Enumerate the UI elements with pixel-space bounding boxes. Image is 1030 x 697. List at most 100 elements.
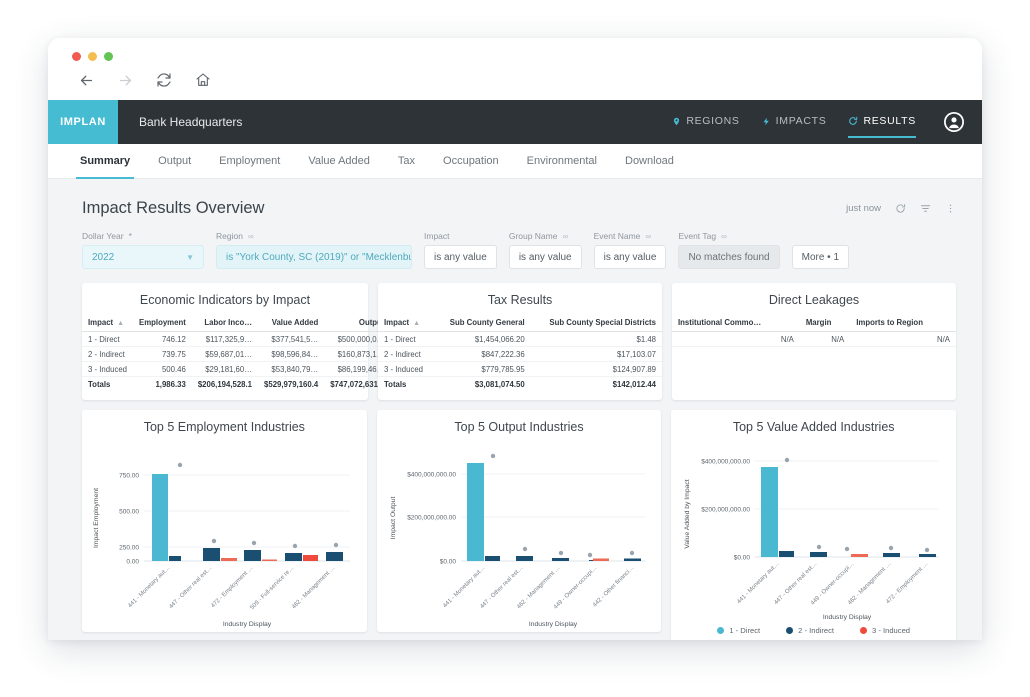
col-labor-income[interactable]: Labor Inco…: [191, 315, 259, 332]
filter-event-tag: Event Tag ∞ No matches found: [678, 231, 780, 269]
col-sub-county-general[interactable]: Sub County General: [434, 315, 531, 332]
tab-environmental[interactable]: Environmental: [513, 144, 611, 179]
refresh-icon[interactable]: [895, 203, 906, 214]
x-tick-4: 442 - Other financi…: [592, 565, 635, 608]
infinity-icon: ∞: [562, 231, 568, 241]
impact-filter-value[interactable]: is any value: [424, 245, 497, 269]
tab-value-added[interactable]: Value Added: [294, 144, 384, 179]
tab-label: Environmental: [526, 155, 597, 167]
legend-item-indirect[interactable]: 2 - Indirect: [786, 626, 834, 635]
col-imports-to-region[interactable]: Imports to Region: [850, 315, 956, 332]
close-window-button[interactable]: [72, 52, 81, 61]
region-filter-value[interactable]: is "York County, SC (2019)" or "Mecklenb…: [216, 245, 412, 269]
app-header: IMPLAN Bank Headquarters REGIONS IMPACTS: [48, 100, 982, 144]
infinity-icon: ∞: [645, 231, 651, 241]
tab-summary[interactable]: Summary: [66, 144, 144, 179]
tab-output[interactable]: Output: [144, 144, 205, 179]
cell-employment: 500.46: [133, 361, 192, 377]
filter-region: Region ∞ is "York County, SC (2019)" or …: [216, 231, 412, 269]
home-icon[interactable]: [193, 70, 213, 90]
table-row: N/A N/A N/A: [672, 331, 956, 347]
col-value-added[interactable]: Value Added: [258, 315, 325, 332]
more-filters-button[interactable]: More • 1: [791, 245, 850, 269]
filter-label: Group Name ∞: [509, 231, 582, 241]
col-impact[interactable]: Impact ▲: [378, 315, 435, 332]
header-nav-results[interactable]: RESULTS: [848, 115, 916, 138]
chart-card-output: Top 5 Output Industries $400,000,000.00 …: [376, 410, 662, 632]
table-header-row: Institutional Commo… Margin Imports to R…: [672, 315, 956, 332]
col-employment[interactable]: Employment: [133, 315, 192, 332]
main-content: Impact Results Overview just now Dollar …: [48, 179, 982, 640]
legend-dot-indirect: [786, 627, 794, 634]
table-totals-row: Totals $3,081,074.50 $142,012.44: [378, 377, 662, 392]
event-name-filter-value[interactable]: is any value: [593, 245, 667, 269]
legend-item-induced[interactable]: 3 - Induced: [860, 626, 910, 635]
table-row: 3 - Induced 500.46 $29,181,60… $53,840,7…: [82, 361, 391, 377]
output-bar-chart[interactable]: $400,000,000.00 $200,000,000.00 $0.00 Im…: [377, 436, 662, 632]
x-tick-0: 441 - Monetary aut…: [442, 565, 486, 609]
reload-icon[interactable]: [154, 70, 174, 90]
cell-labor-income: $59,687,01…: [191, 346, 259, 362]
filter-label-text: Region: [216, 231, 243, 241]
card-tax-results: Tax Results Impact ▲ Sub County General S…: [378, 283, 662, 400]
cell-totals-value-added: $529,979,160.4: [264, 379, 319, 389]
legend-item-direct[interactable]: 1 - Direct: [717, 626, 760, 635]
col-sub-county-special-districts[interactable]: Sub County Special Districts: [530, 315, 662, 332]
legend-dot-direct: [717, 627, 725, 634]
cell-value-added: $98,596,84…: [258, 346, 325, 362]
table-header-row: Impact ▲ Sub County General Sub County Sp…: [378, 315, 662, 332]
header-nav-label: RESULTS: [863, 115, 916, 127]
header-nav-regions[interactable]: REGIONS: [672, 115, 739, 129]
employment-bar-chart[interactable]: 750.00 500.00 250.00 0.00 Impact Employmen…: [82, 436, 367, 632]
page-actions: just now: [846, 195, 968, 214]
cell-sub-county-special: $1.48: [530, 331, 662, 347]
bars: [466, 453, 641, 561]
dollar-year-select[interactable]: 2022 ▼: [82, 245, 204, 269]
cell-imports-to-region: N/A: [850, 331, 956, 347]
value-added-bar-chart[interactable]: $400,000,000.00 $200,000,000.00 $0.00 Va…: [671, 436, 956, 624]
svg-text:$400,000,000.00: $400,000,000.00: [702, 459, 751, 466]
filter-label: [792, 231, 849, 241]
col-impact[interactable]: Impact ▲: [82, 315, 134, 332]
tab-label: Value Added: [308, 155, 370, 167]
col-institutional-commodity[interactable]: Institutional Commo…: [672, 315, 800, 332]
filter-icon[interactable]: [920, 203, 931, 214]
maximize-window-button[interactable]: [104, 52, 113, 61]
bars: [761, 457, 937, 557]
tab-employment[interactable]: Employment: [205, 144, 294, 179]
more-vertical-icon[interactable]: [945, 203, 956, 214]
tab-tax[interactable]: Tax: [384, 144, 429, 179]
gridlines: [460, 473, 645, 562]
sort-asc-icon: ▲: [117, 320, 125, 327]
cell-sub-county-general: $847,222.36: [434, 346, 531, 362]
legend-label: 3 - Induced: [872, 626, 911, 635]
account-avatar-icon[interactable]: [944, 112, 964, 132]
legend-dot-induced: [860, 627, 868, 634]
group-name-filter-value[interactable]: is any value: [508, 245, 582, 269]
page-title-row: Impact Results Overview just now: [62, 195, 968, 218]
col-margin[interactable]: Margin: [799, 315, 851, 332]
filter-impact: Impact is any value: [424, 231, 497, 269]
tab-label: Employment: [219, 155, 281, 167]
tab-download[interactable]: Download: [611, 144, 688, 179]
minimize-window-button[interactable]: [88, 52, 97, 61]
svg-text:$200,000,000.00: $200,000,000.00: [407, 515, 456, 522]
cell-margin: N/A: [799, 331, 851, 347]
filter-label-text: Event Tag: [678, 231, 717, 241]
chart-card-value-added: Top 5 Value Added Industries $400,000,00…: [671, 410, 957, 640]
implan-logo[interactable]: IMPLAN: [48, 100, 118, 144]
filter-bar: Dollar Year * 2022 ▼ Region ∞ is "York C…: [62, 218, 968, 269]
event-tag-filter-value[interactable]: No matches found: [678, 245, 780, 269]
gridlines: [144, 474, 350, 562]
cell-labor-income: $29,181,60…: [191, 361, 259, 377]
forward-arrow-icon[interactable]: [115, 70, 135, 90]
tab-label: Tax: [397, 155, 416, 167]
filter-label: Impact: [424, 231, 497, 241]
svg-text:0.00: 0.00: [126, 559, 139, 566]
back-arrow-icon[interactable]: [76, 70, 96, 90]
x-axis-label: Industry Display: [223, 621, 272, 628]
filter-label: Dollar Year *: [82, 231, 204, 241]
legend-label: 1 - Direct: [729, 626, 761, 635]
tab-occupation[interactable]: Occupation: [429, 144, 513, 179]
header-nav-impacts[interactable]: IMPACTS: [762, 115, 827, 129]
